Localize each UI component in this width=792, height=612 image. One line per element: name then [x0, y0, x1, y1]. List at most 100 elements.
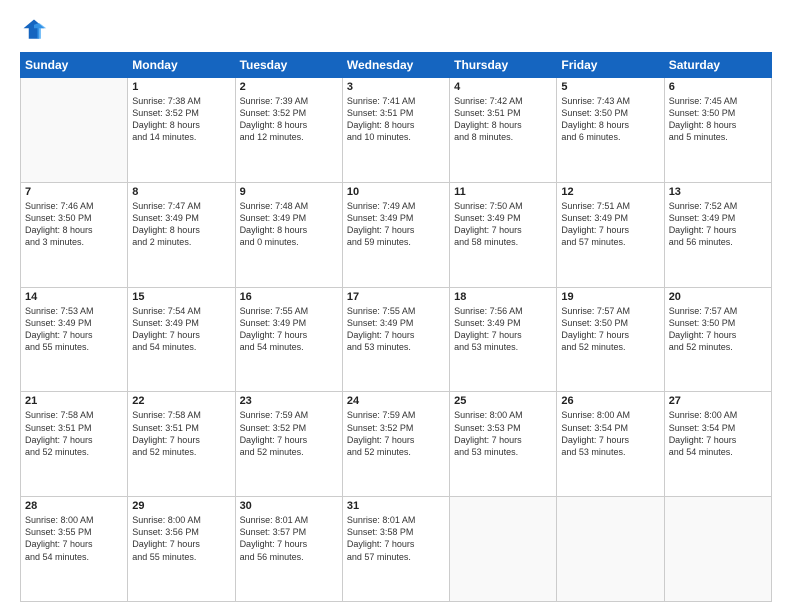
- day-cell-7: 7 Sunrise: 7:46 AM Sunset: 3:50 PM Daylig…: [21, 182, 128, 287]
- day-number: 17: [347, 291, 445, 303]
- day-info: Sunrise: 7:48 AM Sunset: 3:49 PM Dayligh…: [240, 200, 338, 249]
- day-cell-9: 9 Sunrise: 7:48 AM Sunset: 3:49 PM Daylig…: [235, 182, 342, 287]
- weekday-header-monday: Monday: [128, 53, 235, 78]
- day-number: 7: [25, 186, 123, 198]
- day-cell-26: 26Sunrise: 8:00 AM Sunset: 3:54 PM Dayli…: [557, 392, 664, 497]
- day-info: Sunrise: 8:00 AM Sunset: 3:55 PM Dayligh…: [25, 514, 123, 563]
- day-number: 22: [132, 395, 230, 407]
- week-row-2: 7 Sunrise: 7:46 AM Sunset: 3:50 PM Daylig…: [21, 182, 772, 287]
- day-number: 30: [240, 500, 338, 512]
- day-number: 12: [561, 186, 659, 198]
- day-info: Sunrise: 8:00 AM Sunset: 3:53 PM Dayligh…: [454, 409, 552, 458]
- week-row-4: 21 Sunrise: 7:58 AM Sunset: 3:51 PM Dayli…: [21, 392, 772, 497]
- day-cell-24: 24 Sunrise: 7:59 AM Sunset: 3:52 PM Dayli…: [342, 392, 449, 497]
- day-number: 15: [132, 291, 230, 303]
- day-number: 11: [454, 186, 552, 198]
- day-number: 2: [240, 81, 338, 93]
- weekday-header-saturday: Saturday: [664, 53, 771, 78]
- day-number: 14: [25, 291, 123, 303]
- empty-cell: [21, 78, 128, 183]
- day-cell-1: 1 Sunrise: 7:38 AM Sunset: 3:52 PM Daylig…: [128, 78, 235, 183]
- day-cell-6: 6Sunrise: 7:45 AM Sunset: 3:50 PM Daylig…: [664, 78, 771, 183]
- logo: [20, 16, 52, 44]
- weekday-header-sunday: Sunday: [21, 53, 128, 78]
- day-cell-31: 31 Sunrise: 8:01 AM Sunset: 3:58 PM Dayli…: [342, 497, 449, 602]
- header: [20, 16, 772, 44]
- day-cell-16: 16Sunrise: 7:55 AM Sunset: 3:49 PM Dayli…: [235, 287, 342, 392]
- day-info: Sunrise: 7:41 AM Sunset: 3:51 PM Dayligh…: [347, 95, 445, 144]
- week-row-1: 1 Sunrise: 7:38 AM Sunset: 3:52 PM Daylig…: [21, 78, 772, 183]
- day-cell-18: 18Sunrise: 7:56 AM Sunset: 3:49 PM Dayli…: [450, 287, 557, 392]
- day-cell-28: 28 Sunrise: 8:00 AM Sunset: 3:55 PM Dayli…: [21, 497, 128, 602]
- day-number: 1: [132, 81, 230, 93]
- day-info: Sunrise: 7:45 AM Sunset: 3:50 PM Dayligh…: [669, 95, 767, 144]
- day-number: 9: [240, 186, 338, 198]
- day-info: Sunrise: 7:59 AM Sunset: 3:52 PM Dayligh…: [240, 409, 338, 458]
- day-info: Sunrise: 7:52 AM Sunset: 3:49 PM Dayligh…: [669, 200, 767, 249]
- empty-cell: [557, 497, 664, 602]
- day-info: Sunrise: 7:38 AM Sunset: 3:52 PM Dayligh…: [132, 95, 230, 144]
- day-info: Sunrise: 7:54 AM Sunset: 3:49 PM Dayligh…: [132, 305, 230, 354]
- day-info: Sunrise: 7:57 AM Sunset: 3:50 PM Dayligh…: [561, 305, 659, 354]
- day-cell-29: 29 Sunrise: 8:00 AM Sunset: 3:56 PM Dayli…: [128, 497, 235, 602]
- day-cell-23: 23 Sunrise: 7:59 AM Sunset: 3:52 PM Dayli…: [235, 392, 342, 497]
- day-cell-2: 2 Sunrise: 7:39 AM Sunset: 3:52 PM Daylig…: [235, 78, 342, 183]
- day-info: Sunrise: 8:00 AM Sunset: 3:54 PM Dayligh…: [561, 409, 659, 458]
- day-number: 24: [347, 395, 445, 407]
- day-info: Sunrise: 8:01 AM Sunset: 3:57 PM Dayligh…: [240, 514, 338, 563]
- week-row-3: 14 Sunrise: 7:53 AM Sunset: 3:49 PM Dayli…: [21, 287, 772, 392]
- day-info: Sunrise: 8:00 AM Sunset: 3:56 PM Dayligh…: [132, 514, 230, 563]
- calendar-table: SundayMondayTuesdayWednesdayThursdayFrid…: [20, 52, 772, 602]
- day-cell-30: 30 Sunrise: 8:01 AM Sunset: 3:57 PM Dayli…: [235, 497, 342, 602]
- day-cell-12: 12 Sunrise: 7:51 AM Sunset: 3:49 PM Dayli…: [557, 182, 664, 287]
- day-info: Sunrise: 7:51 AM Sunset: 3:49 PM Dayligh…: [561, 200, 659, 249]
- day-cell-14: 14 Sunrise: 7:53 AM Sunset: 3:49 PM Dayli…: [21, 287, 128, 392]
- day-info: Sunrise: 7:49 AM Sunset: 3:49 PM Dayligh…: [347, 200, 445, 249]
- day-number: 10: [347, 186, 445, 198]
- day-cell-21: 21Sunrise: 7:58 AM Sunset: 3:51 PM Dayli…: [21, 392, 128, 497]
- day-number: 23: [240, 395, 338, 407]
- day-info: Sunrise: 7:53 AM Sunset: 3:49 PM Dayligh…: [25, 305, 123, 354]
- day-info: Sunrise: 7:57 AM Sunset: 3:50 PM Dayligh…: [669, 305, 767, 354]
- day-number: 4: [454, 81, 552, 93]
- day-number: 21: [25, 395, 123, 407]
- day-number: 28: [25, 500, 123, 512]
- day-number: 5: [561, 81, 659, 93]
- day-info: Sunrise: 8:00 AM Sunset: 3:54 PM Dayligh…: [669, 409, 767, 458]
- empty-cell: [450, 497, 557, 602]
- day-info: Sunrise: 7:46 AM Sunset: 3:50 PM Dayligh…: [25, 200, 123, 249]
- day-cell-19: 19Sunrise: 7:57 AM Sunset: 3:50 PM Dayli…: [557, 287, 664, 392]
- day-cell-5: 5 Sunrise: 7:43 AM Sunset: 3:50 PM Daylig…: [557, 78, 664, 183]
- page: SundayMondayTuesdayWednesdayThursdayFrid…: [0, 0, 792, 612]
- day-info: Sunrise: 7:59 AM Sunset: 3:52 PM Dayligh…: [347, 409, 445, 458]
- week-row-5: 28 Sunrise: 8:00 AM Sunset: 3:55 PM Dayli…: [21, 497, 772, 602]
- day-cell-22: 22 Sunrise: 7:58 AM Sunset: 3:51 PM Dayli…: [128, 392, 235, 497]
- day-info: Sunrise: 7:58 AM Sunset: 3:51 PM Dayligh…: [132, 409, 230, 458]
- day-info: Sunrise: 7:55 AM Sunset: 3:49 PM Dayligh…: [240, 305, 338, 354]
- day-number: 27: [669, 395, 767, 407]
- day-info: Sunrise: 7:39 AM Sunset: 3:52 PM Dayligh…: [240, 95, 338, 144]
- day-info: Sunrise: 7:43 AM Sunset: 3:50 PM Dayligh…: [561, 95, 659, 144]
- day-number: 31: [347, 500, 445, 512]
- empty-cell: [664, 497, 771, 602]
- weekday-header-friday: Friday: [557, 53, 664, 78]
- day-cell-13: 13Sunrise: 7:52 AM Sunset: 3:49 PM Dayli…: [664, 182, 771, 287]
- day-info: Sunrise: 7:55 AM Sunset: 3:49 PM Dayligh…: [347, 305, 445, 354]
- day-number: 25: [454, 395, 552, 407]
- day-cell-10: 10 Sunrise: 7:49 AM Sunset: 3:49 PM Dayli…: [342, 182, 449, 287]
- day-cell-15: 15 Sunrise: 7:54 AM Sunset: 3:49 PM Dayli…: [128, 287, 235, 392]
- day-info: Sunrise: 8:01 AM Sunset: 3:58 PM Dayligh…: [347, 514, 445, 563]
- day-number: 20: [669, 291, 767, 303]
- day-info: Sunrise: 7:42 AM Sunset: 3:51 PM Dayligh…: [454, 95, 552, 144]
- day-cell-3: 3Sunrise: 7:41 AM Sunset: 3:51 PM Daylig…: [342, 78, 449, 183]
- day-cell-11: 11Sunrise: 7:50 AM Sunset: 3:49 PM Dayli…: [450, 182, 557, 287]
- day-number: 18: [454, 291, 552, 303]
- day-cell-25: 25 Sunrise: 8:00 AM Sunset: 3:53 PM Dayli…: [450, 392, 557, 497]
- day-cell-8: 8Sunrise: 7:47 AM Sunset: 3:49 PM Daylig…: [128, 182, 235, 287]
- logo-icon: [20, 16, 48, 44]
- day-cell-17: 17 Sunrise: 7:55 AM Sunset: 3:49 PM Dayli…: [342, 287, 449, 392]
- day-info: Sunrise: 7:47 AM Sunset: 3:49 PM Dayligh…: [132, 200, 230, 249]
- weekday-header-thursday: Thursday: [450, 53, 557, 78]
- day-number: 29: [132, 500, 230, 512]
- day-cell-4: 4 Sunrise: 7:42 AM Sunset: 3:51 PM Daylig…: [450, 78, 557, 183]
